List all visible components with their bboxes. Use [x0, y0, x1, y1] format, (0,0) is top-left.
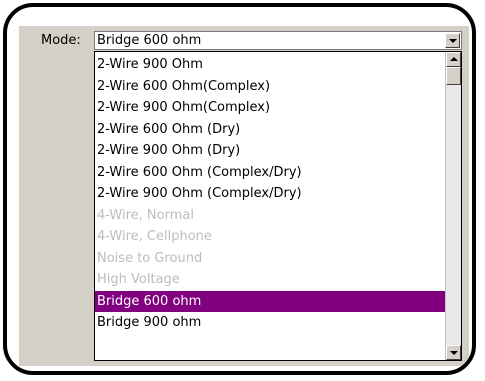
- arrow-up-icon[interactable]: [446, 52, 461, 67]
- mode-dropdown-list[interactable]: 2-Wire 900 Ohm 2-Wire 600 Ohm(Complex) 2…: [94, 51, 462, 361]
- mode-option[interactable]: 2-Wire 900 Ohm (Dry): [95, 140, 446, 162]
- mode-option[interactable]: 2-Wire 600 Ohm (Dry): [95, 119, 446, 141]
- mode-option[interactable]: 2-Wire 600 Ohm (Complex/Dry): [95, 162, 446, 184]
- scrollbar-thumb[interactable]: [446, 67, 461, 85]
- mode-options: 2-Wire 900 Ohm 2-Wire 600 Ohm(Complex) 2…: [95, 54, 446, 334]
- mode-option-disabled: Noise to Ground: [97, 250, 203, 266]
- mode-panel: Mode: Bridge 600 ohm 2-Wire 900 Ohm 2-Wi…: [19, 26, 469, 366]
- mode-option[interactable]: 2-Wire 600 Ohm(Complex): [95, 76, 446, 98]
- dropdown-scrollbar[interactable]: [445, 52, 461, 360]
- chevron-down-icon[interactable]: [445, 33, 460, 48]
- mode-select-value: Bridge 600 ohm: [97, 33, 202, 48]
- mode-select[interactable]: Bridge 600 ohm: [94, 31, 462, 50]
- rounded-frame: Mode: Bridge 600 ohm 2-Wire 900 Ohm 2-Wi…: [3, 3, 476, 375]
- arrow-down-icon[interactable]: [446, 345, 461, 360]
- mode-option-disabled: High Voltage: [97, 272, 180, 287]
- mode-option-selected[interactable]: Bridge 600 ohm: [95, 290, 446, 312]
- mode-option[interactable]: 2-Wire 900 Ohm: [95, 54, 446, 76]
- mode-option-disabled: 4-Wire, Cellphone: [97, 229, 212, 244]
- mode-option[interactable]: 2-Wire 900 Ohm (Complex/Dry): [95, 183, 446, 205]
- mode-option[interactable]: 2-Wire 900 Ohm(Complex): [95, 97, 446, 119]
- mode-option[interactable]: Bridge 900 ohm: [95, 312, 446, 334]
- mode-label: Mode:: [41, 33, 81, 48]
- mode-option-disabled: 4-Wire, Normal: [97, 207, 194, 223]
